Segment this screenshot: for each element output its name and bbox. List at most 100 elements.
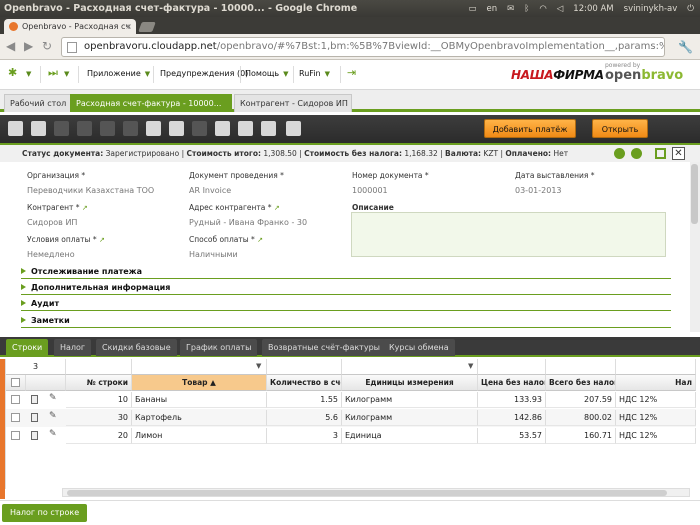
tab-discounts[interactable]: Скидки базовые bbox=[96, 339, 177, 356]
close-tab-icon[interactable]: × bbox=[125, 19, 132, 34]
edit-icon[interactable]: ✎ bbox=[49, 393, 57, 403]
section-audit[interactable]: Аудит bbox=[21, 296, 671, 311]
tab-tax[interactable]: Налог bbox=[54, 339, 92, 356]
header-price[interactable]: Цена без налога bbox=[478, 375, 546, 391]
header-product[interactable]: Товар ▲ bbox=[132, 375, 267, 391]
section-additional-info[interactable]: Дополнительная информация bbox=[21, 280, 671, 295]
tab-exchange-rates[interactable]: Курсы обмена bbox=[383, 339, 455, 356]
table-row[interactable]: ✎ 20 Лимон 3 Единица 53.57 160.71 НДС 12… bbox=[6, 427, 696, 445]
menu-application[interactable]: Приложение ▼ bbox=[87, 69, 150, 78]
grid-scroll-thumb[interactable] bbox=[67, 490, 667, 496]
header-uom[interactable]: Единицы измерения bbox=[342, 375, 478, 391]
method-link-icon[interactable]: ↗ bbox=[257, 236, 263, 244]
header-line-total[interactable]: Всего без налога bbox=[546, 375, 616, 391]
row-checkbox[interactable] bbox=[11, 431, 20, 440]
save-icon[interactable] bbox=[54, 121, 69, 136]
filter-product[interactable] bbox=[132, 359, 267, 375]
audit-trail-icon[interactable] bbox=[215, 121, 230, 136]
address-link-icon[interactable]: ↗ bbox=[274, 204, 280, 212]
mail-icon[interactable]: ✉ bbox=[507, 4, 514, 14]
browser-tab[interactable]: Openbravo - Расходная сч × bbox=[4, 19, 136, 34]
header-qty[interactable]: Количество в счёте bbox=[267, 375, 342, 391]
form-scrollbar[interactable] bbox=[690, 162, 700, 332]
undo-icon[interactable] bbox=[77, 121, 92, 136]
close-icon[interactable]: ✕ bbox=[672, 147, 685, 160]
filter-price[interactable] bbox=[478, 359, 546, 375]
filter-dropdown-icon[interactable]: ▼ bbox=[256, 362, 261, 370]
previous-record-icon[interactable] bbox=[614, 148, 625, 159]
next-record-icon[interactable] bbox=[631, 148, 642, 159]
bluetooth-icon[interactable]: ᛒ bbox=[524, 4, 529, 14]
power-icon[interactable]: ⏻ bbox=[687, 4, 694, 14]
keyboard-icon[interactable]: ▭ bbox=[468, 4, 476, 14]
filter-tax[interactable] bbox=[616, 359, 696, 375]
open-button[interactable]: Открыть bbox=[592, 119, 648, 138]
tree-icon[interactable] bbox=[261, 121, 276, 136]
edit-icon[interactable]: ✎ bbox=[49, 429, 57, 439]
header-select[interactable] bbox=[6, 375, 26, 391]
partner-field[interactable]: Сидоров ИП bbox=[27, 218, 77, 227]
open-record-icon[interactable] bbox=[31, 413, 38, 422]
tab-sales-invoice[interactable]: Расходная счет-фактура - 10000... bbox=[70, 94, 232, 112]
table-row[interactable]: ✎ 30 Картофель 5.6 Килограмм 142.86 800.… bbox=[6, 409, 696, 427]
tab-line-tax[interactable]: Налог по строке bbox=[2, 504, 88, 522]
wifi-icon[interactable]: ◠ bbox=[539, 4, 546, 14]
new-tab-button[interactable] bbox=[138, 22, 156, 32]
link-icon[interactable] bbox=[238, 121, 253, 136]
header-line-no[interactable]: № строки bbox=[66, 375, 132, 391]
volume-icon[interactable]: ◁ bbox=[557, 4, 564, 14]
reload-icon[interactable]: ↻ bbox=[42, 39, 52, 53]
date-field[interactable]: 03-01-2013 bbox=[515, 186, 562, 195]
print-icon[interactable] bbox=[286, 121, 301, 136]
maximize-icon[interactable] bbox=[655, 148, 666, 159]
user-name[interactable]: svininykh-av bbox=[624, 4, 678, 14]
tab-payment-plan[interactable]: График оплаты bbox=[180, 339, 258, 356]
terms-link-icon[interactable]: ↗ bbox=[99, 236, 105, 244]
open-record-icon[interactable] bbox=[31, 431, 38, 440]
language-indicator[interactable]: en bbox=[486, 4, 497, 14]
grid-horizontal-scrollbar[interactable] bbox=[62, 488, 690, 497]
export-icon[interactable] bbox=[169, 121, 184, 136]
select-all-checkbox[interactable] bbox=[11, 378, 20, 387]
filter-line[interactable] bbox=[66, 359, 132, 375]
org-field[interactable]: Переводчики Казахстана ТОО bbox=[27, 186, 154, 195]
forward-icon[interactable]: ▶ bbox=[24, 39, 33, 53]
filter-total[interactable] bbox=[546, 359, 616, 375]
cancel-icon[interactable] bbox=[100, 121, 115, 136]
menu-rufin[interactable]: RuFin ▼ bbox=[299, 69, 330, 78]
filter-dropdown-icon[interactable]: ▼ bbox=[468, 362, 473, 370]
section-payment-tracking[interactable]: Отслеживание платежа bbox=[21, 264, 671, 279]
url-input[interactable]: openbravoru.cloudapp.net/openbravo/#%7Bs… bbox=[61, 37, 665, 57]
refresh-icon[interactable] bbox=[146, 121, 161, 136]
menu-help[interactable]: Помощь ▼ bbox=[245, 69, 288, 78]
tab-workspace[interactable]: Рабочий стол bbox=[4, 94, 73, 112]
terms-field[interactable]: Немедлено bbox=[27, 250, 75, 259]
new-row-icon[interactable] bbox=[31, 121, 46, 136]
wrench-icon[interactable]: 🔧 bbox=[678, 40, 693, 54]
address-field[interactable]: Рудный - Ивана Франко - 30 bbox=[189, 218, 307, 227]
clock[interactable]: 12:00 AM bbox=[573, 4, 613, 14]
row-checkbox[interactable] bbox=[11, 395, 20, 404]
tab-return-invoices[interactable]: Возвратные счёт-фактуры bbox=[262, 339, 386, 356]
logout-icon[interactable]: ⇥ bbox=[347, 66, 356, 79]
quick-create-dropdown[interactable]: ▼ bbox=[22, 69, 31, 78]
attach-icon[interactable] bbox=[192, 121, 207, 136]
section-notes[interactable]: Заметки bbox=[21, 313, 671, 328]
edit-icon[interactable]: ✎ bbox=[49, 411, 57, 421]
partner-link-icon[interactable]: ↗ bbox=[82, 204, 88, 212]
quick-launch-dropdown[interactable]: ▼ bbox=[60, 69, 69, 78]
back-icon[interactable]: ◀ bbox=[6, 39, 15, 53]
tab-business-partner[interactable]: Контрагент - Сидоров ИП bbox=[234, 94, 352, 112]
docno-field[interactable]: 1000001 bbox=[352, 186, 388, 195]
menu-alerts[interactable]: Предупреждения (0) bbox=[160, 69, 248, 78]
open-record-icon[interactable] bbox=[31, 395, 38, 404]
description-field[interactable] bbox=[351, 212, 666, 257]
method-field[interactable]: Наличными bbox=[189, 250, 238, 259]
quick-launch-icon[interactable]: ⏭ bbox=[48, 66, 58, 80]
delete-icon[interactable] bbox=[123, 121, 138, 136]
add-payment-button[interactable]: Добавить платёж bbox=[484, 119, 576, 138]
tab-lines[interactable]: Строки bbox=[6, 339, 49, 356]
filter-uom[interactable] bbox=[342, 359, 478, 375]
header-tax[interactable]: Нал bbox=[616, 375, 696, 391]
form-scroll-thumb[interactable] bbox=[691, 164, 698, 224]
